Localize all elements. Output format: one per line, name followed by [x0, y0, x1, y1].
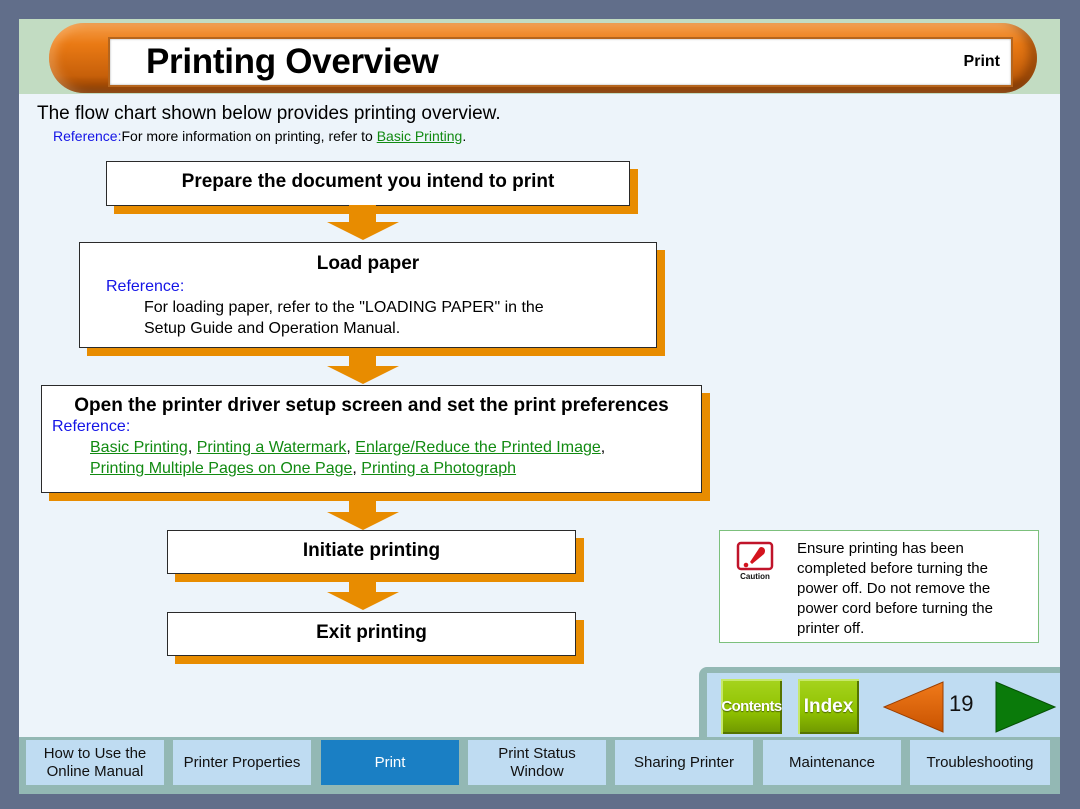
reference-label: Reference: — [106, 278, 185, 295]
index-button[interactable]: Index — [798, 679, 859, 734]
tab-label: Print Status Window — [498, 744, 576, 780]
header-band: Printing Overview Print — [19, 19, 1060, 94]
arrow-shape — [327, 349, 399, 384]
link-basic-printing[interactable]: Basic Printing — [90, 439, 188, 456]
tab-label: Print — [374, 753, 406, 771]
reference-text: For more information on printing, refer … — [121, 128, 377, 144]
next-page-icon[interactable] — [995, 681, 1057, 733]
flow-step-title: Exit printing — [316, 622, 427, 643]
links-line-1: Basic Printing, Printing a Watermark, En… — [90, 437, 701, 458]
separator: , — [187, 439, 197, 456]
tab-label: Printer Properties — [183, 753, 301, 771]
tab-troubleshooting[interactable]: Troubleshooting — [910, 740, 1050, 785]
tab-label: Sharing Printer — [633, 753, 735, 771]
flow-step-title: Open the printer driver setup screen and… — [74, 395, 669, 416]
link-multiple-pages[interactable]: Printing Multiple Pages on One Page — [90, 460, 352, 477]
flow-step-initiate: Initiate printing — [167, 530, 576, 574]
flow-step-prepare: Prepare the document you intend to print — [106, 161, 630, 206]
arrow-shape — [327, 205, 399, 240]
separator: , — [352, 460, 362, 477]
tab-print-status-window[interactable]: Print Status Window — [468, 740, 606, 785]
flow-arrow-4 — [327, 575, 399, 610]
arrow-shape — [327, 495, 399, 530]
intro-text: The flow chart shown below provides prin… — [37, 103, 501, 124]
tab-sharing-printer[interactable]: Sharing Printer — [615, 740, 753, 785]
body-line: For loading paper, refer to the "LOADING… — [144, 299, 544, 316]
intro-reference: Reference:For more information on printi… — [53, 128, 466, 144]
section-tag: Print — [963, 53, 1000, 70]
page-nav-panel: Contents Index 19 — [699, 667, 1060, 737]
chapter-tabs: How to Use the Online Manual Printer Pro… — [19, 737, 1060, 794]
link-basic-printing[interactable]: Basic Printing — [377, 128, 463, 144]
links-line-2: Printing Multiple Pages on One Page, Pri… — [90, 458, 701, 479]
tab-label: Troubleshooting — [926, 753, 1034, 771]
flow-step-body: For loading paper, refer to the "LOADING… — [80, 297, 656, 339]
caution-box: Caution Ensure printing has been complet… — [719, 530, 1039, 643]
flow-step-links: Basic Printing, Printing a Watermark, En… — [42, 437, 701, 479]
flow-arrow-2 — [327, 349, 399, 384]
caution-text: Ensure printing has been completed befor… — [797, 540, 993, 637]
body-line: Setup Guide and Operation Manual. — [144, 320, 401, 337]
tab-print[interactable]: Print — [321, 740, 459, 785]
flow-step-load-paper: Load paper Reference: For loading paper,… — [79, 242, 657, 348]
arrow-shape — [327, 575, 399, 610]
tab-label: Maintenance — [789, 753, 875, 771]
link-printing-watermark[interactable]: Printing a Watermark — [197, 439, 347, 456]
reference-label: Reference: — [52, 418, 131, 435]
title-banner: Printing Overview Print — [49, 23, 1037, 93]
manual-page: Printing Overview Print The flow chart s… — [19, 19, 1060, 794]
flow-step-title: Prepare the document you intend to print — [181, 171, 555, 192]
tab-label: How to Use the Online Manual — [43, 744, 147, 780]
caution-icon: Caution — [736, 541, 774, 581]
tab-maintenance[interactable]: Maintenance — [763, 740, 901, 785]
reference-label: Reference: — [53, 128, 122, 144]
link-printing-photograph[interactable]: Printing a Photograph — [361, 460, 516, 477]
tab-how-to-use[interactable]: How to Use the Online Manual — [26, 740, 164, 785]
flow-arrow-1 — [327, 205, 399, 240]
page-number: 19 — [949, 691, 974, 716]
separator: , — [600, 439, 606, 456]
page-title: Printing Overview — [146, 42, 439, 81]
caution-icon-label: Caution — [740, 572, 770, 581]
contents-button[interactable]: Contents — [721, 679, 782, 734]
link-enlarge-reduce[interactable]: Enlarge/Reduce the Printed Image — [355, 439, 600, 456]
flow-step-driver-setup: Open the printer driver setup screen and… — [41, 385, 702, 493]
page-nav-inner: Contents Index 19 — [707, 673, 1060, 737]
reference-end: . — [462, 128, 467, 144]
separator: , — [346, 439, 356, 456]
flow-step-exit: Exit printing — [167, 612, 576, 656]
title-banner-inner: Printing Overview Print — [110, 39, 1011, 85]
flow-step-title: Initiate printing — [302, 540, 441, 561]
flow-arrow-3 — [327, 495, 399, 530]
prev-page-icon[interactable] — [883, 681, 945, 733]
tab-printer-properties[interactable]: Printer Properties — [173, 740, 311, 785]
flow-step-title: Load paper — [316, 253, 420, 274]
